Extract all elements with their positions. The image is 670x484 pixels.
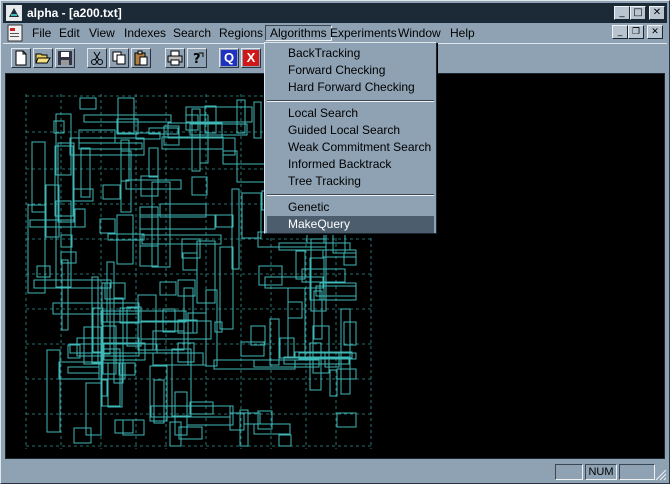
close-query-icon: X	[243, 50, 259, 66]
menu-item-local-search[interactable]: Local Search	[267, 105, 434, 122]
copy-icon	[112, 51, 126, 65]
open-icon	[35, 53, 51, 64]
status-panel-scroll	[619, 464, 655, 480]
paste-button[interactable]	[131, 48, 151, 68]
new-icon	[15, 50, 27, 66]
menu-help[interactable]: Help	[446, 25, 479, 41]
menu-view[interactable]: View	[85, 25, 119, 41]
menu-bar: File Edit View Indexes Search Regions Al…	[3, 23, 667, 43]
title-bar[interactable]: alpha - [a200.txt] _ □ ✕	[3, 3, 667, 23]
save-button[interactable]	[55, 48, 75, 68]
close-icon: ✕	[651, 27, 659, 37]
app-icon[interactable]	[6, 5, 22, 21]
menu-item-guided-local-search[interactable]: Guided Local Search	[267, 122, 434, 139]
menu-experiments[interactable]: Experiments	[326, 25, 401, 41]
maximize-button[interactable]: □	[630, 6, 646, 20]
status-panel-num: NUM	[585, 464, 617, 480]
menu-item-informed-backtrack[interactable]: Informed Backtrack	[267, 156, 434, 173]
maximize-icon: □	[633, 7, 643, 18]
cut-button[interactable]	[87, 48, 107, 68]
menu-search[interactable]: Search	[169, 25, 215, 41]
minimize-icon: _	[619, 7, 625, 18]
menu-edit[interactable]: Edit	[55, 25, 84, 41]
menu-algorithms[interactable]: Algorithms	[265, 25, 332, 41]
close-button[interactable]: ✕	[649, 6, 665, 20]
minimize-button[interactable]: _	[614, 6, 630, 20]
help-icon: ?	[193, 52, 204, 66]
restore-icon: ❐	[631, 27, 641, 37]
query-icon: Q	[221, 50, 237, 66]
cut-icon	[91, 51, 103, 65]
window-title: alpha - [a200.txt]	[27, 6, 122, 20]
copy-button[interactable]	[109, 48, 129, 68]
child-close-button[interactable]: ✕	[647, 25, 663, 39]
save-icon	[58, 51, 72, 65]
child-minimize-button[interactable]: _	[612, 25, 628, 39]
menu-item-hard-forward-checking[interactable]: Hard Forward Checking	[267, 79, 434, 96]
app-window: alpha - [a200.txt] _ □ ✕ File Edit View …	[0, 0, 670, 484]
print-button[interactable]	[165, 48, 185, 68]
minimize-icon: _	[617, 27, 623, 37]
help-button[interactable]: ?	[187, 48, 207, 68]
menu-window[interactable]: Window	[394, 25, 445, 41]
document-icon[interactable]	[6, 24, 24, 42]
menu-item-genetic[interactable]: Genetic	[267, 199, 434, 216]
status-bar: NUM	[3, 461, 667, 483]
new-button[interactable]	[11, 48, 31, 68]
close-icon: ✕	[652, 7, 662, 18]
menu-item-backtracking[interactable]: BackTracking	[267, 45, 434, 62]
cancel-query-button[interactable]: X	[241, 48, 261, 68]
query-button[interactable]: Q	[219, 48, 239, 68]
svg-text:?: ?	[193, 52, 201, 66]
print-icon	[167, 50, 183, 66]
child-restore-button[interactable]: ❐	[628, 25, 644, 39]
algorithms-dropdown-menu: BackTracking Forward Checking Hard Forwa…	[264, 42, 437, 234]
menu-file[interactable]: File	[28, 25, 55, 41]
menu-separator	[267, 100, 434, 102]
menu-regions[interactable]: Regions	[215, 25, 267, 41]
status-panel-caps	[555, 464, 583, 480]
resize-grip-icon[interactable]	[655, 469, 667, 481]
menu-item-forward-checking[interactable]: Forward Checking	[267, 62, 434, 79]
menu-indexes[interactable]: Indexes	[120, 25, 170, 41]
menu-item-weak-commitment-search[interactable]: Weak Commitment Search	[267, 139, 434, 156]
open-button[interactable]	[33, 48, 53, 68]
menu-item-tree-tracking[interactable]: Tree Tracking	[267, 173, 434, 190]
menu-separator	[267, 194, 434, 196]
paste-icon	[134, 50, 148, 66]
menu-item-makequery[interactable]: MakeQuery	[267, 216, 434, 233]
